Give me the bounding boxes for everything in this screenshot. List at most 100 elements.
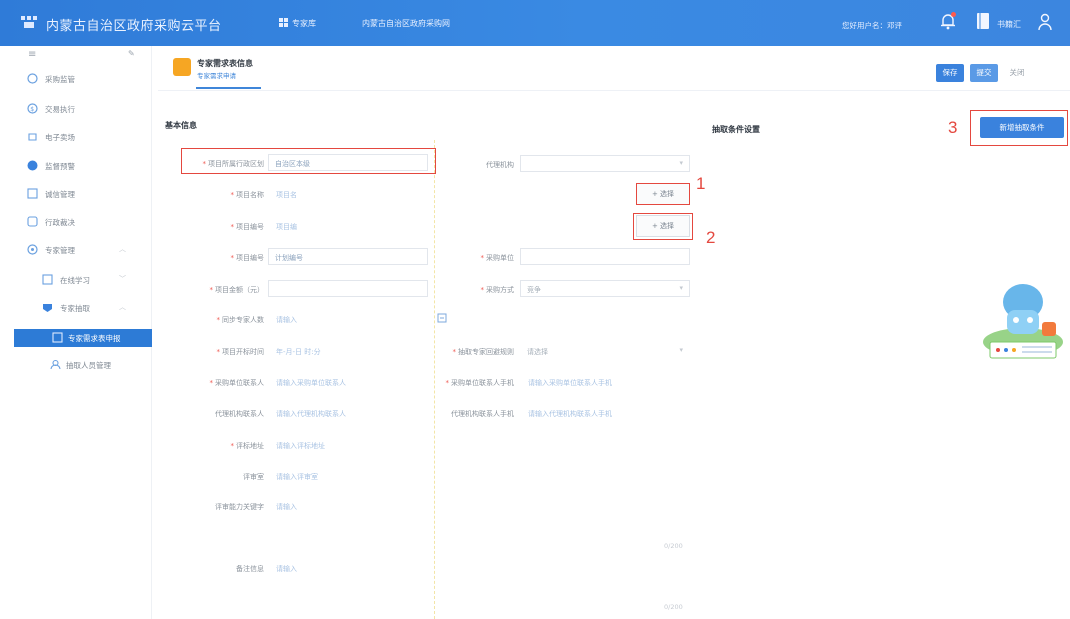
room-field[interactable]: 请输入评审室	[276, 472, 318, 482]
draw-icon	[43, 304, 52, 312]
expert-icon	[27, 244, 38, 255]
purchase-unit-field[interactable]	[520, 248, 690, 265]
open-time-value[interactable]: 年-月-日 时:分	[276, 347, 321, 357]
budget-label: * 项目金额（元）	[209, 286, 265, 294]
highlight-box-3	[970, 110, 1068, 146]
submit-button[interactable]: 提交	[970, 64, 998, 82]
purchase-contact-label: * 采购单位联系人	[209, 379, 265, 387]
user-info: 您好用户名：邓评	[842, 21, 902, 30]
method-label: * 采购方式	[480, 286, 515, 294]
store-icon	[28, 133, 37, 141]
active-tab-underline	[196, 87, 261, 89]
page-title: 专家需求表信息	[197, 59, 253, 68]
grid-icon	[279, 18, 288, 27]
review-people-value[interactable]: 请输入	[276, 315, 297, 325]
header-divider	[158, 90, 1070, 91]
chevron-up-icon: ︿	[119, 245, 126, 253]
sidebar-item-monitoring[interactable]: 监督预警	[0, 157, 152, 175]
method-select[interactable]: 竞争 ▾	[520, 280, 690, 297]
basic-info-section-title: 基本信息	[165, 121, 197, 130]
sidebar-item-label: 专家抽取	[60, 304, 90, 313]
calculator-icon[interactable]	[437, 313, 447, 323]
agency-label: 代理机构	[486, 161, 514, 169]
sidebar-item-label: 在线学习	[60, 276, 90, 285]
shield-icon	[27, 73, 38, 84]
project-name-value: 项目名	[276, 191, 297, 199]
chevron-up-icon: ︿	[119, 303, 126, 311]
tab-expert-demand[interactable]: 专家需求申请	[197, 70, 236, 80]
alert-icon	[27, 160, 38, 171]
address-label: * 评标地址	[230, 442, 265, 450]
purchase-unit-label: * 采购单位	[480, 254, 515, 262]
agent-contact-label: 代理机构联系人	[215, 410, 264, 418]
gavel-icon	[27, 216, 38, 227]
user-icon[interactable]	[1038, 13, 1052, 31]
book-label[interactable]: 书籍汇	[997, 19, 1021, 30]
book-icon[interactable]	[976, 12, 990, 30]
purchase-contact-phone-label: * 采购单位联系人手机	[445, 379, 515, 387]
ability-keyword-field[interactable]: 请输入	[276, 502, 297, 512]
agent-phone-field[interactable]: 请输入代理机构联系人手机	[528, 409, 612, 419]
highlight-box-region	[181, 148, 436, 174]
project-code-label: * 项目编号	[230, 223, 265, 231]
sidebar-item-label: 交易执行	[45, 105, 75, 114]
review-people-label: * 同步专家人数	[216, 316, 265, 324]
sidebar-item-label: 抽取人员管理	[66, 361, 111, 370]
people-icon	[50, 359, 61, 370]
agency-select[interactable]: ▾	[520, 155, 690, 172]
close-button[interactable]: 关闭	[1002, 64, 1032, 82]
avoid-rule-select[interactable]: 请选择 ▾	[520, 342, 690, 359]
sidebar-item-e-mall[interactable]: 电子卖场	[0, 128, 152, 146]
save-button[interactable]: 保存	[936, 64, 964, 82]
note-field[interactable]: 请输入	[276, 564, 297, 574]
purchase-contact-phone-field[interactable]: 请输入采购单位联系人手机	[528, 378, 612, 388]
nav-expert-library[interactable]: 专家库	[292, 18, 316, 29]
document-icon	[173, 58, 191, 76]
sidebar-item-ruling[interactable]: 行政裁决	[0, 213, 152, 231]
pin-icon[interactable]: ✎	[128, 49, 135, 58]
sidebar: ≡ ✎ 采购监管 $ 交易执行 电子卖场 监督预警 诚信管理 行政裁决 专家管理…	[0, 46, 152, 619]
address-field[interactable]: 请输入评标地址	[276, 441, 325, 451]
sidebar-item-draw-personnel[interactable]: 抽取人员管理	[0, 356, 152, 374]
sidebar-item-label: 采购监管	[45, 75, 75, 84]
sidebar-item-label: 监督预警	[45, 162, 75, 171]
char-counter: 0/200	[664, 542, 683, 550]
sidebar-item-online-study[interactable]: 在线学习 ﹀	[0, 271, 152, 289]
platform-logo-icon	[21, 16, 37, 28]
note-label: 备注信息	[236, 565, 264, 573]
form-icon	[52, 332, 63, 343]
sidebar-item-credit[interactable]: 诚信管理	[0, 185, 152, 203]
highlight-box-2	[633, 213, 693, 240]
agent-phone-label: 代理机构联系人手机	[451, 410, 514, 418]
chevron-down-icon: ﹀	[119, 275, 126, 283]
purchase-contact-field[interactable]: 请输入采购单位联系人	[276, 378, 346, 388]
app-title: 内蒙古自治区政府采购云平台	[46, 19, 222, 34]
sidebar-item-procurement-supervision[interactable]: 采购监管	[0, 70, 152, 88]
sidebar-item-expert-management[interactable]: 专家管理 ︿	[0, 241, 152, 259]
sidebar-item-label: 行政裁决	[45, 218, 75, 227]
transaction-icon: $	[27, 103, 38, 114]
sidebar-item-label: 诚信管理	[45, 190, 75, 199]
agent-contact-field[interactable]: 请输入代理机构联系人	[276, 409, 346, 419]
room-label: 评审室	[243, 473, 264, 481]
credit-icon	[27, 188, 38, 199]
study-icon	[42, 274, 53, 285]
menu-collapse-icon[interactable]: ≡	[28, 49, 36, 60]
svg-text:$: $	[30, 106, 34, 113]
open-time-label: * 项目开标时间	[216, 348, 265, 356]
draw-conditions-section-title: 抽取条件设置	[712, 125, 760, 134]
callout-number-1: 1	[696, 174, 706, 193]
sidebar-item-expert-draw[interactable]: 专家抽取 ︿	[0, 299, 152, 317]
sidebar-item-transaction[interactable]: $ 交易执行	[0, 100, 152, 118]
sidebar-item-label: 电子卖场	[45, 133, 75, 142]
notification-dot	[951, 12, 956, 17]
highlight-box-1	[636, 183, 690, 205]
nav-procurement-site-link[interactable]: 内蒙古自治区政府采购网	[362, 18, 450, 29]
robot-assistant-icon[interactable]	[980, 272, 1066, 364]
callout-number-3: 3	[948, 118, 958, 137]
project-name-label: * 项目名称	[230, 191, 265, 199]
ability-keyword-label: 评审能力关键字	[215, 503, 264, 511]
project-code-value: 项目编	[276, 223, 297, 231]
sidebar-item-expert-demand-declaration[interactable]: 专家需求表申报	[14, 329, 152, 347]
char-counter: 0/200	[664, 603, 683, 611]
